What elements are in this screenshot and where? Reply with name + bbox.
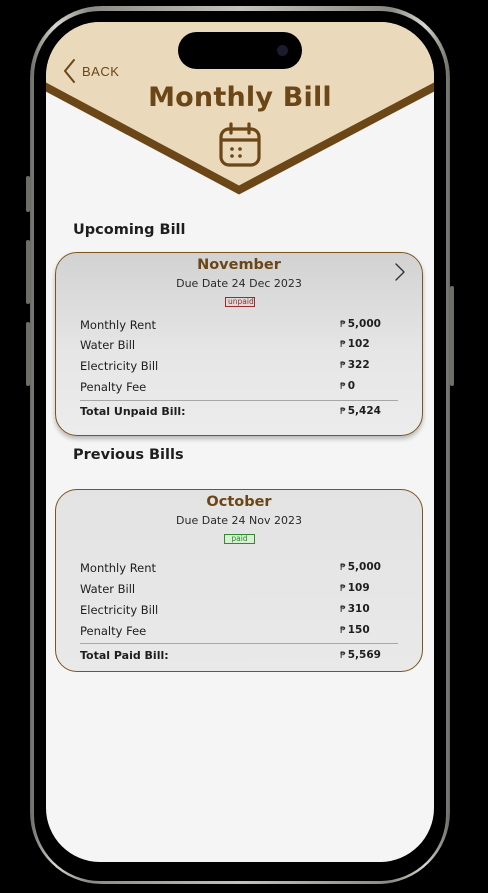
line-label: Monthly Rent: [80, 561, 157, 575]
bill-line-electricity: Electricity Bill ₱ 322: [80, 359, 384, 375]
previous-bill-card[interactable]: October Due Date 24 Nov 2023 paid Monthl…: [55, 489, 423, 672]
line-label: Electricity Bill: [80, 359, 159, 373]
bill-month: October: [206, 494, 272, 510]
amount-value: 310: [347, 603, 370, 615]
amount-value: 5,424: [347, 405, 381, 417]
bill-total: Total Unpaid Bill: ₱ 5,424: [80, 405, 384, 421]
action-button: [26, 176, 30, 212]
status-badge: unpaid: [225, 297, 255, 307]
dynamic-island: [178, 32, 302, 69]
back-button[interactable]: BACK: [62, 58, 119, 84]
chevron-right-icon[interactable]: [394, 262, 406, 282]
peso-sign: ₱: [340, 361, 346, 371]
amount-value: 0: [347, 380, 356, 392]
due-date: Due Date 24 Nov 2023: [176, 514, 302, 527]
back-label: BACK: [82, 63, 120, 79]
bill-line-monthly-rent: Monthly Rent ₱ 5,000: [80, 561, 384, 577]
total-amount: ₱ 5,424: [340, 405, 381, 417]
front-camera: [277, 45, 288, 56]
line-label: Electricity Bill: [80, 603, 159, 617]
divider: [80, 643, 398, 644]
peso-sign: ₱: [340, 563, 346, 573]
line-label: Penalty Fee: [80, 624, 147, 638]
calendar-icon: [219, 122, 261, 167]
bill-line-electricity: Electricity Bill ₱ 310: [80, 603, 384, 619]
line-amount: ₱ 5,000: [340, 561, 381, 573]
peso-sign: ₱: [340, 605, 346, 615]
line-amount: ₱ 109: [340, 582, 370, 594]
previous-section-title: Previous Bills: [73, 447, 184, 463]
volume-up-button: [26, 240, 30, 304]
bill-month: November: [197, 257, 281, 273]
chevron-left-icon: [64, 59, 75, 83]
bill-line-monthly-rent: Monthly Rent ₱ 5,000: [80, 318, 384, 334]
peso-sign: ₱: [340, 584, 346, 594]
bill-line-water: Water Bill ₱ 102: [80, 338, 384, 354]
peso-sign: ₱: [340, 320, 346, 330]
power-button: [450, 286, 454, 386]
upcoming-section-title: Upcoming Bill: [73, 222, 186, 238]
peso-sign: ₱: [340, 651, 346, 661]
line-amount: ₱ 322: [340, 359, 370, 371]
status-badge: paid: [224, 534, 255, 544]
peso-sign: ₱: [340, 382, 346, 392]
app-screen: BACK Monthly Bill Upcoming Bill November…: [46, 22, 434, 862]
amount-value: 5,000: [347, 318, 381, 330]
bill-total: Total Paid Bill: ₱ 5,569: [80, 649, 384, 665]
page-title: Monthly Bill: [148, 82, 332, 113]
upcoming-bill-card[interactable]: November Due Date 24 Dec 2023 unpaid Mon…: [55, 252, 423, 436]
line-amount: ₱ 102: [340, 338, 370, 350]
amount-value: 109: [347, 582, 370, 594]
line-amount: ₱ 5,000: [340, 318, 381, 330]
line-label: Monthly Rent: [80, 318, 157, 332]
line-amount: ₱ 310: [340, 603, 370, 615]
amount-value: 5,569: [347, 649, 381, 661]
line-label: Water Bill: [80, 582, 136, 596]
total-label: Total Paid Bill:: [80, 649, 169, 662]
amount-value: 102: [347, 338, 370, 350]
bill-line-water: Water Bill ₱ 109: [80, 582, 384, 598]
peso-sign: ₱: [340, 340, 346, 350]
amount-value: 5,000: [347, 561, 381, 573]
peso-sign: ₱: [340, 407, 346, 417]
total-amount: ₱ 5,569: [340, 649, 381, 661]
volume-down-button: [26, 322, 30, 386]
line-amount: ₱ 0: [340, 380, 355, 392]
bill-line-penalty: Penalty Fee ₱ 150: [80, 624, 384, 640]
line-label: Penalty Fee: [80, 380, 147, 394]
total-label: Total Unpaid Bill:: [80, 405, 186, 418]
peso-sign: ₱: [340, 626, 346, 636]
bill-line-penalty: Penalty Fee ₱ 0: [80, 380, 384, 396]
amount-value: 150: [347, 624, 370, 636]
line-label: Water Bill: [80, 338, 136, 352]
divider: [80, 400, 398, 401]
line-amount: ₱ 150: [340, 624, 370, 636]
amount-value: 322: [347, 359, 370, 371]
due-date: Due Date 24 Dec 2023: [176, 277, 302, 290]
